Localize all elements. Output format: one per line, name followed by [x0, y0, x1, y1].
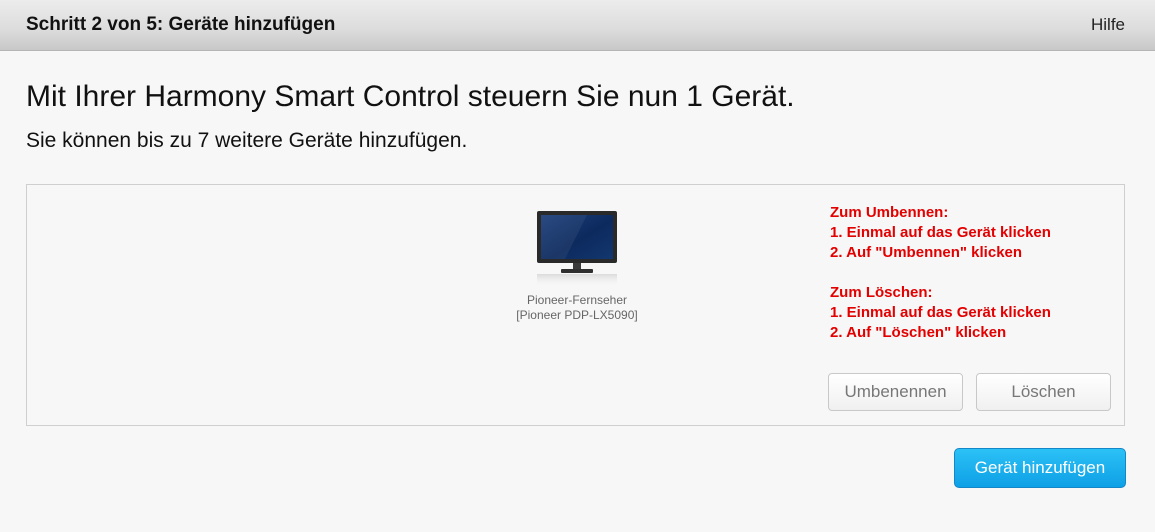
delete-instructions-title: Zum Löschen: [830, 284, 933, 301]
tv-icon [537, 211, 617, 287]
rename-instructions-step-2: 2. Auf "Umbennen" klicken [830, 244, 1023, 261]
page-headline: Mit Ihrer Harmony Smart Control steuern … [26, 80, 795, 113]
device-panel: Pioneer-Fernseher [Pioneer PDP-LX5090] Z… [26, 184, 1125, 426]
delete-button[interactable]: Löschen [976, 373, 1111, 411]
device-card[interactable]: Pioneer-Fernseher [Pioneer PDP-LX5090] [497, 209, 657, 323]
instructions-spacer [830, 263, 1051, 283]
page-subline: Sie können bis zu 7 weitere Geräte hinzu… [26, 129, 468, 152]
header-bar: Schritt 2 von 5: Geräte hinzufügen Hilfe [0, 0, 1155, 51]
step-title: Schritt 2 von 5: Geräte hinzufügen [26, 14, 336, 35]
help-link[interactable]: Hilfe [1091, 15, 1125, 35]
rename-button[interactable]: Umbenennen [828, 373, 963, 411]
rename-instructions-title: Zum Umbennen: [830, 204, 949, 221]
rename-instructions-step-1: 1. Einmal auf das Gerät klicken [830, 224, 1051, 241]
device-name: Pioneer-Fernseher [526, 293, 628, 307]
delete-instructions-step-2: 2. Auf "Löschen" klicken [830, 324, 1007, 341]
delete-instructions-step-1: 1. Einmal auf das Gerät klicken [830, 304, 1051, 321]
add-device-button[interactable]: Gerät hinzufügen [954, 448, 1126, 488]
instructions: Zum Umbennen: 1. Einmal auf das Gerät kl… [830, 203, 1051, 343]
device-model: [Pioneer PDP-LX5090] [516, 308, 638, 322]
